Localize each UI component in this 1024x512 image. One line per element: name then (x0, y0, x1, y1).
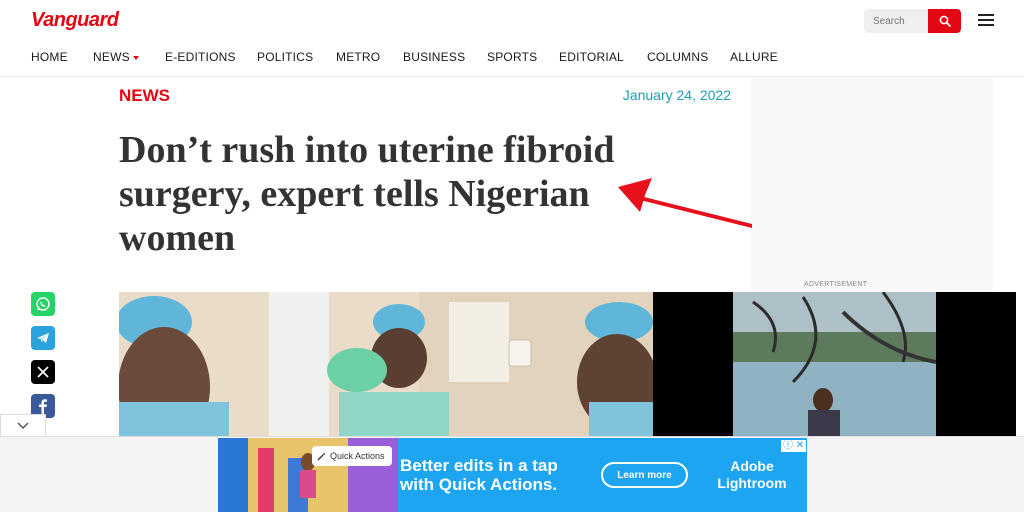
ad-label: ADVERTISEMENT (804, 281, 868, 288)
whatsapp-icon[interactable] (31, 292, 55, 316)
search-box (864, 9, 961, 33)
nav-item-e-editions[interactable]: E-EDITIONS (165, 50, 236, 64)
video-frame (653, 292, 1016, 436)
article-headline: Don’t rush into uterine fibroid surgery,… (119, 129, 615, 259)
banner-headline-line1: Better edits in a tap (400, 456, 558, 475)
chevron-down-icon (17, 421, 29, 429)
ad-choices-close-icon[interactable]: ⓘ ✕ (781, 440, 807, 452)
article-date: January 24, 2022 (622, 87, 731, 103)
nav-item-metro[interactable]: METRO (336, 50, 380, 64)
learn-more-button[interactable]: Learn more (601, 462, 688, 488)
search-icon (939, 15, 951, 27)
nav-item-allure[interactable]: ALLURE (730, 50, 778, 64)
banner-brand: Adobe Lightroom (712, 458, 792, 492)
search-input[interactable] (864, 9, 928, 33)
brand-line2: Lightroom (717, 475, 787, 491)
x-icon[interactable] (31, 360, 55, 384)
site-header: Vanguard HOME NEWS E-EDITIONS POLITICS M… (0, 0, 1024, 77)
banner-headline: Better edits in a tap with Quick Actions… (400, 456, 558, 494)
banner-headline-line2: with Quick Actions. (400, 475, 558, 494)
nav-item-columns[interactable]: COLUMNS (647, 50, 708, 64)
quick-actions-chip: Quick Actions (312, 446, 392, 466)
magic-wand-icon (317, 452, 326, 460)
nav-item-news[interactable]: NEWS (93, 50, 139, 64)
article-image (119, 292, 653, 436)
search-button[interactable] (928, 9, 961, 33)
caret-down-icon (132, 55, 139, 60)
nav-item-home[interactable]: HOME (31, 50, 68, 64)
adobe-banner-ad[interactable]: Quick Actions Better edits in a tap with… (218, 438, 807, 512)
site-logo[interactable]: Vanguard (31, 9, 119, 32)
video-player[interactable] (653, 292, 1016, 436)
nav-item-business[interactable]: BUSINESS (403, 50, 465, 64)
nav-item-news-label: NEWS (93, 50, 130, 64)
collapse-ad-button[interactable] (0, 414, 46, 436)
chip-label: Quick Actions (330, 451, 385, 461)
article-category[interactable]: NEWS (119, 86, 170, 106)
sidebar-ad[interactable] (751, 77, 993, 292)
surgery-photo (119, 292, 653, 436)
brand-line1: Adobe (730, 458, 774, 474)
hamburger-menu-icon[interactable] (978, 14, 994, 28)
nav-item-politics[interactable]: POLITICS (257, 50, 313, 64)
nav-item-sports[interactable]: SPORTS (487, 50, 537, 64)
nav-item-editorial[interactable]: EDITORIAL (559, 50, 624, 64)
telegram-icon[interactable] (31, 326, 55, 350)
